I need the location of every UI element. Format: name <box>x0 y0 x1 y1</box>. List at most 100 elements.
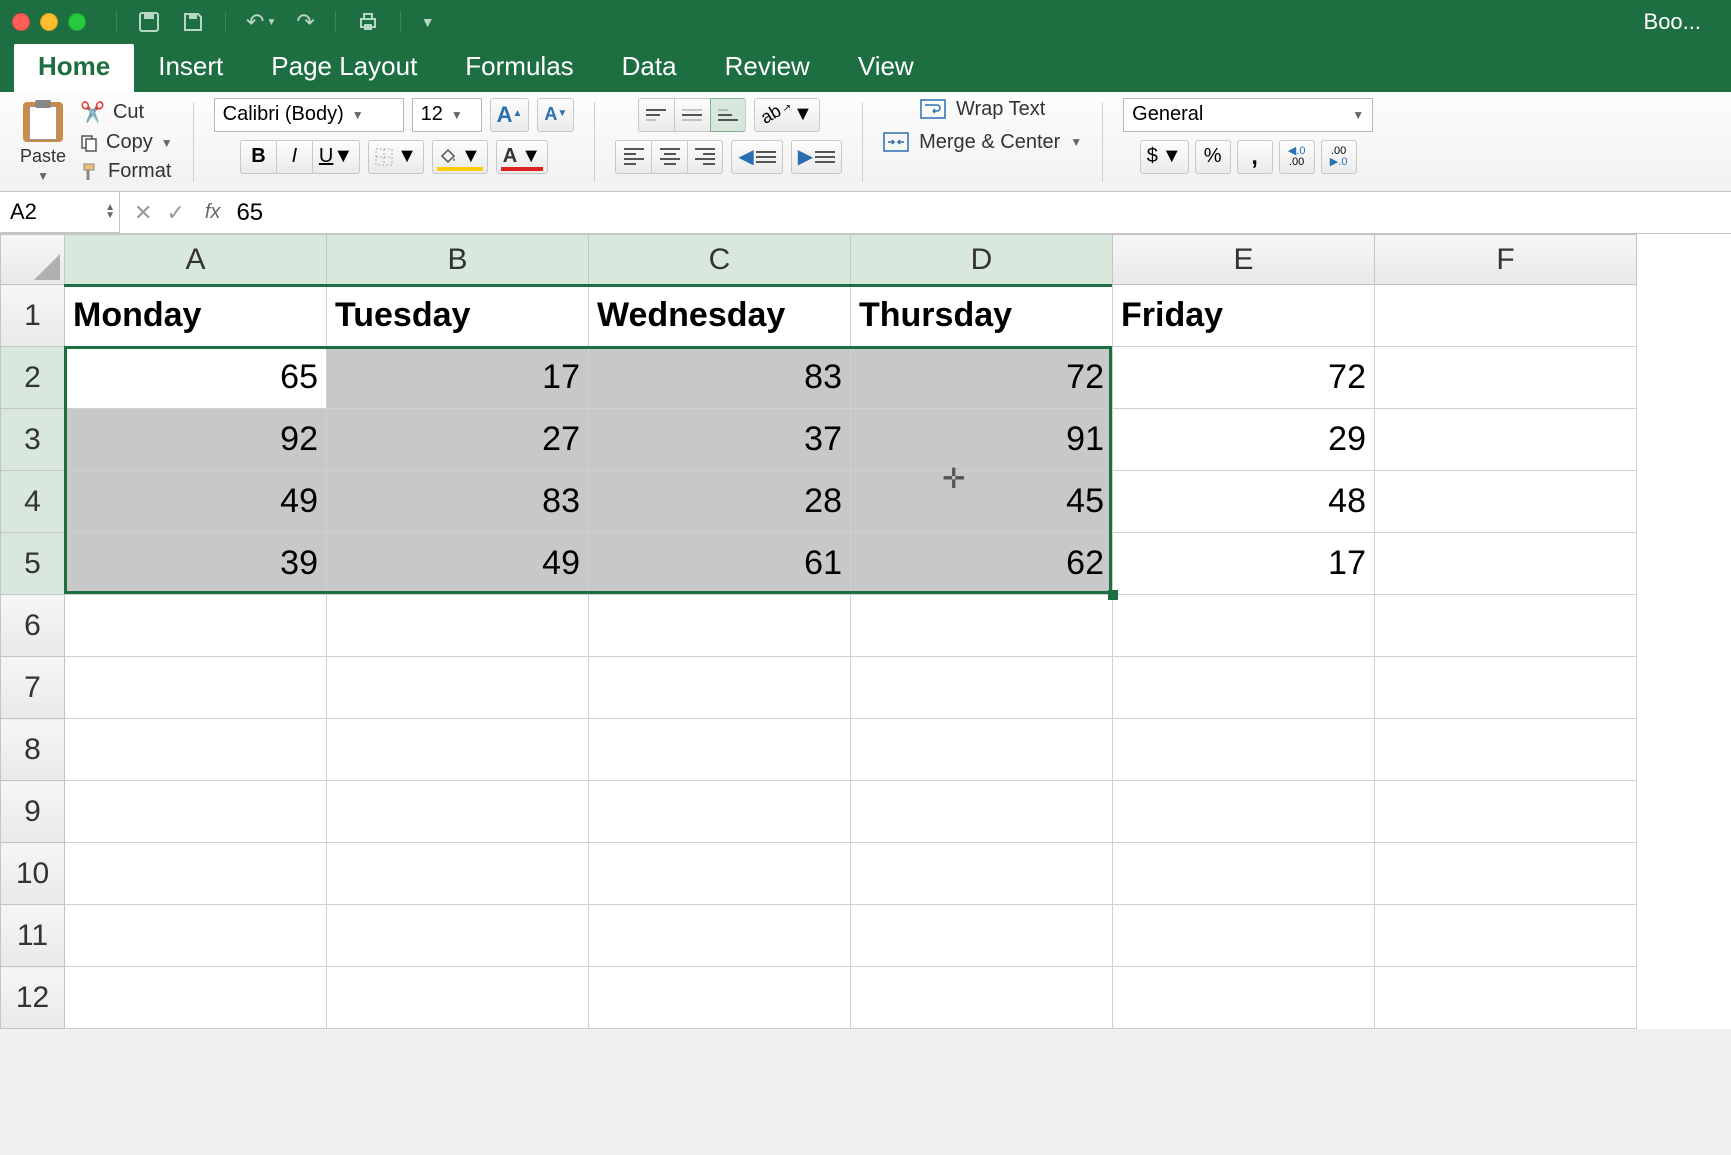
format-painter-button[interactable]: Format <box>80 160 173 183</box>
align-bottom-button[interactable] <box>710 98 746 132</box>
cell-B9[interactable] <box>327 781 589 843</box>
cell-F2[interactable] <box>1375 347 1637 409</box>
cell-F3[interactable] <box>1375 409 1637 471</box>
cell-A7[interactable] <box>65 657 327 719</box>
cell-C7[interactable] <box>589 657 851 719</box>
row-header-12[interactable]: 12 <box>1 967 65 1029</box>
cell-F6[interactable] <box>1375 595 1637 657</box>
minimize-window-button[interactable] <box>40 13 58 31</box>
align-right-button[interactable] <box>687 140 723 174</box>
cell-C4[interactable]: 28 <box>589 471 851 533</box>
row-header-4[interactable]: 4 <box>1 471 65 533</box>
cell-D9[interactable] <box>851 781 1113 843</box>
cell-D6[interactable] <box>851 595 1113 657</box>
redo-button[interactable]: ↷ <box>296 9 314 35</box>
tab-view[interactable]: View <box>834 41 938 92</box>
cell-A9[interactable] <box>65 781 327 843</box>
cell-F5[interactable] <box>1375 533 1637 595</box>
cell-B11[interactable] <box>327 905 589 967</box>
cell-C11[interactable] <box>589 905 851 967</box>
cell-F7[interactable] <box>1375 657 1637 719</box>
cell-E10[interactable] <box>1113 843 1375 905</box>
italic-button[interactable]: I <box>276 140 312 174</box>
cell-A4[interactable]: 49 <box>65 471 327 533</box>
cell-B5[interactable]: 49 <box>327 533 589 595</box>
cell-B1[interactable]: Tuesday <box>327 285 589 347</box>
wrap-text-button[interactable]: Wrap Text <box>920 98 1045 121</box>
increase-indent-button[interactable]: ▶ <box>791 140 842 174</box>
align-middle-button[interactable] <box>674 98 710 132</box>
row-header-5[interactable]: 5 <box>1 533 65 595</box>
cell-A12[interactable] <box>65 967 327 1029</box>
decrease-font-size-button[interactable]: A▼ <box>537 98 574 132</box>
cell-E5[interactable]: 17 <box>1113 533 1375 595</box>
align-center-button[interactable] <box>651 140 687 174</box>
cell-F8[interactable] <box>1375 719 1637 781</box>
print-icon[interactable] <box>356 10 380 34</box>
column-header-F[interactable]: F <box>1375 235 1637 285</box>
cell-B10[interactable] <box>327 843 589 905</box>
cell-D2[interactable]: 72 <box>851 347 1113 409</box>
cell-C9[interactable] <box>589 781 851 843</box>
cell-E3[interactable]: 29 <box>1113 409 1375 471</box>
font-color-button[interactable]: A ▼ <box>496 140 548 174</box>
close-window-button[interactable] <box>12 13 30 31</box>
cell-B12[interactable] <box>327 967 589 1029</box>
row-header-1[interactable]: 1 <box>1 285 65 347</box>
increase-decimal-button[interactable]: ◀.0.00 <box>1279 140 1315 174</box>
row-header-7[interactable]: 7 <box>1 657 65 719</box>
decrease-decimal-button[interactable]: .00▶.0 <box>1321 140 1357 174</box>
row-header-2[interactable]: 2 <box>1 347 65 409</box>
maximize-window-button[interactable] <box>68 13 86 31</box>
orientation-button[interactable]: ab↗▼ <box>754 98 820 132</box>
row-header-6[interactable]: 6 <box>1 595 65 657</box>
cell-B2[interactable]: 17 <box>327 347 589 409</box>
increase-font-size-button[interactable]: A▲ <box>490 98 530 132</box>
cell-E8[interactable] <box>1113 719 1375 781</box>
tab-insert[interactable]: Insert <box>134 41 247 92</box>
cell-C8[interactable] <box>589 719 851 781</box>
cell-E1[interactable]: Friday <box>1113 285 1375 347</box>
borders-button[interactable]: ▼ <box>368 140 424 174</box>
cell-D1[interactable]: Thursday <box>851 285 1113 347</box>
cell-C3[interactable]: 37 <box>589 409 851 471</box>
name-box-stepper[interactable]: ▲▼ <box>105 204 115 220</box>
cell-B3[interactable]: 27 <box>327 409 589 471</box>
cell-D4[interactable]: 45 <box>851 471 1113 533</box>
cell-E7[interactable] <box>1113 657 1375 719</box>
cell-A8[interactable] <box>65 719 327 781</box>
align-top-button[interactable] <box>638 98 674 132</box>
row-header-11[interactable]: 11 <box>1 905 65 967</box>
copy-button[interactable]: Copy ▼ <box>80 131 173 154</box>
customize-qat-button[interactable]: ▼ <box>421 14 435 30</box>
cell-C12[interactable] <box>589 967 851 1029</box>
column-header-B[interactable]: B <box>327 235 589 285</box>
fill-handle[interactable] <box>1108 590 1118 600</box>
currency-format-button[interactable]: $▼ <box>1140 140 1189 174</box>
tab-formulas[interactable]: Formulas <box>441 41 597 92</box>
cell-D10[interactable] <box>851 843 1113 905</box>
cell-B7[interactable] <box>327 657 589 719</box>
cell-E6[interactable] <box>1113 595 1375 657</box>
cell-F11[interactable] <box>1375 905 1637 967</box>
cell-A6[interactable] <box>65 595 327 657</box>
tab-data[interactable]: Data <box>598 41 701 92</box>
select-all-corner[interactable] <box>1 235 65 285</box>
cancel-formula-button[interactable]: ✕ <box>134 200 152 226</box>
column-header-E[interactable]: E <box>1113 235 1375 285</box>
cell-A3[interactable]: 92 <box>65 409 327 471</box>
name-box[interactable]: A2 ▲▼ <box>0 192 120 233</box>
comma-format-button[interactable]: , <box>1237 140 1273 174</box>
column-header-A[interactable]: A <box>65 235 327 285</box>
paste-button[interactable]: Paste ▼ <box>20 100 72 183</box>
fill-color-button[interactable]: ▼ <box>432 140 488 174</box>
save-icon[interactable] <box>181 10 205 34</box>
cell-F1[interactable] <box>1375 285 1637 347</box>
underline-button[interactable]: U ▼ <box>312 140 360 174</box>
cell-D11[interactable] <box>851 905 1113 967</box>
cell-A1[interactable]: Monday <box>65 285 327 347</box>
row-header-8[interactable]: 8 <box>1 719 65 781</box>
bold-button[interactable]: B <box>240 140 276 174</box>
cell-E12[interactable] <box>1113 967 1375 1029</box>
tab-review[interactable]: Review <box>701 41 834 92</box>
